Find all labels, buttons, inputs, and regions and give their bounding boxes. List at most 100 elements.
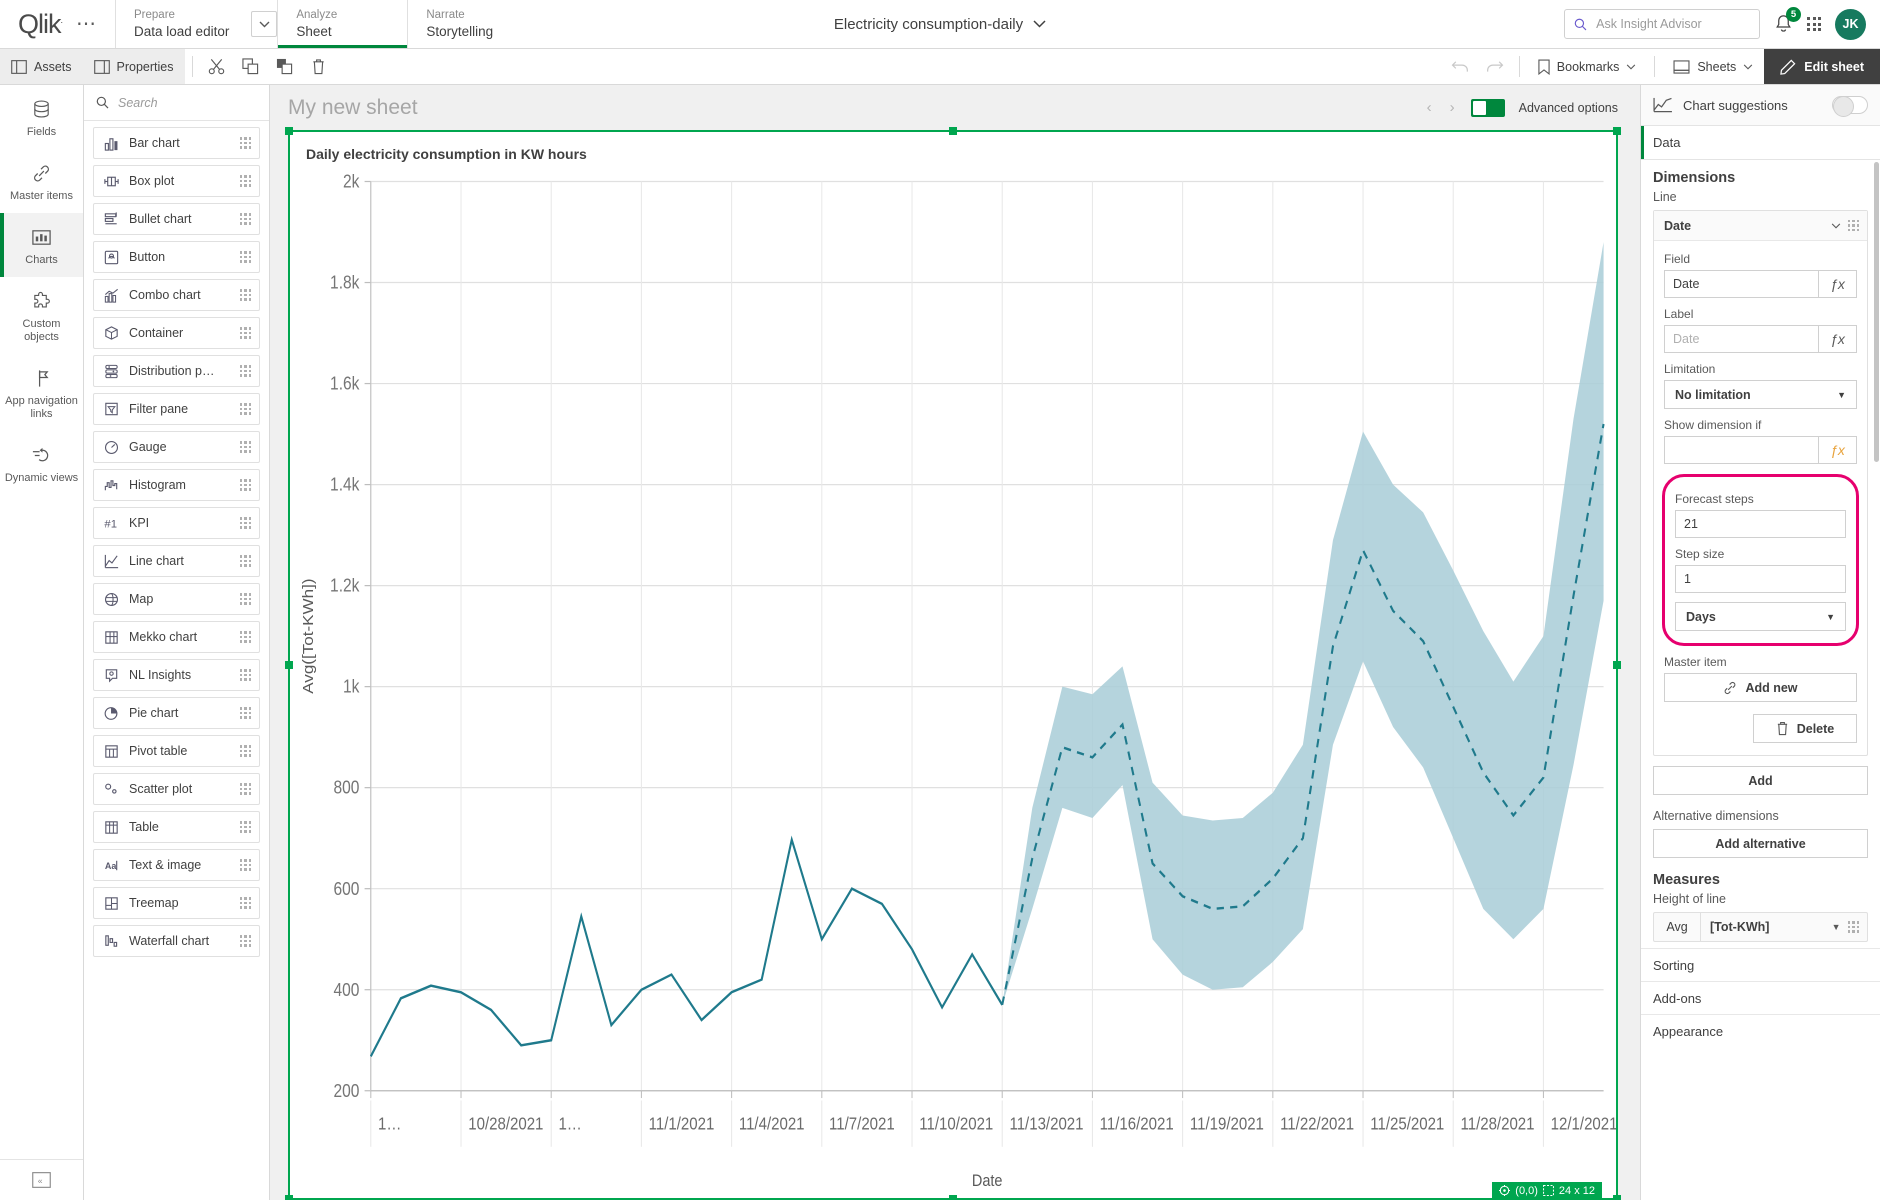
measure-card[interactable]: Avg [Tot-KWh] ▼ [1653, 912, 1868, 942]
chart-item-gauge[interactable]: Gauge [93, 431, 260, 463]
chart-item-drag-handle[interactable] [240, 137, 252, 149]
chart-item-drag-handle[interactable] [240, 327, 252, 339]
label-expression-button[interactable]: ƒx [1819, 325, 1857, 353]
field-input[interactable] [1664, 270, 1819, 298]
app-title-text[interactable]: Electricity consumption-daily [834, 16, 1023, 33]
chart-search-input[interactable] [118, 96, 259, 110]
advanced-options-toggle[interactable] [1471, 99, 1505, 117]
chart-suggestions-toggle[interactable] [1832, 96, 1868, 114]
chart-item-bar-chart[interactable]: Bar chart [93, 127, 260, 159]
nav-narrate[interactable]: Narrate Storytelling [407, 0, 537, 48]
delete-dimension-button[interactable]: Delete [1753, 714, 1857, 743]
resize-handle-middle-left[interactable] [285, 661, 293, 669]
resize-handle-bottom-right[interactable] [1613, 1195, 1621, 1200]
sheets-button[interactable]: Sheets [1662, 49, 1764, 84]
add-dimension-button[interactable]: Add [1653, 766, 1868, 795]
chart-item-mekko-chart[interactable]: Mekko chart [93, 621, 260, 653]
cut-button[interactable] [200, 49, 234, 84]
chart-item-drag-handle[interactable] [240, 935, 252, 947]
next-sheet-button[interactable]: › [1448, 99, 1457, 116]
sidebar-item-fields[interactable]: Fields [0, 85, 83, 149]
step-unit-select[interactable]: Days ▼ [1675, 602, 1846, 631]
label-input[interactable] [1664, 325, 1819, 353]
resize-handle-bottom-center[interactable] [949, 1195, 957, 1200]
show-dimension-if-input[interactable] [1664, 436, 1819, 464]
chart-item-filter-pane[interactable]: Filter pane [93, 393, 260, 425]
delete-button[interactable] [302, 49, 336, 84]
chart-item-drag-handle[interactable] [240, 631, 252, 643]
forecast-steps-input[interactable] [1675, 510, 1846, 538]
chevron-down-icon[interactable] [1033, 20, 1046, 28]
sidebar-item-dynamic-views[interactable]: Dynamic views [0, 431, 83, 495]
resize-handle-top-left[interactable] [285, 127, 293, 135]
chart-item-drag-handle[interactable] [240, 555, 252, 567]
search-input[interactable] [1596, 17, 1750, 31]
chart-item-table[interactable]: Table [93, 811, 260, 843]
sidebar-item-master-items[interactable]: Master items [0, 149, 83, 213]
measure-drag-handle[interactable] [1848, 921, 1860, 933]
resize-handle-middle-right[interactable] [1613, 661, 1621, 669]
tab-data[interactable]: Data [1641, 126, 1880, 160]
chart-item-drag-handle[interactable] [240, 517, 252, 529]
add-new-master-item-button[interactable]: Add new [1664, 673, 1857, 702]
chevron-down-icon[interactable]: ▼ [1832, 922, 1848, 932]
chart-item-drag-handle[interactable] [240, 745, 252, 757]
chart-item-drag-handle[interactable] [240, 251, 252, 263]
chart-item-bullet-chart[interactable]: Bullet chart [93, 203, 260, 235]
bookmarks-button[interactable]: Bookmarks [1527, 49, 1648, 84]
paste-button[interactable] [268, 49, 302, 84]
chart-item-histogram[interactable]: Histogram [93, 469, 260, 501]
chart-item-drag-handle[interactable] [240, 859, 252, 871]
sidebar-item-charts[interactable]: Charts [0, 213, 83, 277]
qlik-logo[interactable]: Qlik. [18, 11, 62, 38]
chart-item-pie-chart[interactable]: Pie chart [93, 697, 260, 729]
notifications-button[interactable]: 5 [1774, 14, 1793, 34]
resize-handle-top-center[interactable] [949, 127, 957, 135]
section-addons[interactable]: Add-ons [1641, 981, 1880, 1014]
chart-item-box-plot[interactable]: Box plot [93, 165, 260, 197]
properties-scrollbar[interactable] [1874, 162, 1879, 462]
resize-handle-top-right[interactable] [1613, 127, 1621, 135]
avatar[interactable]: JK [1835, 9, 1866, 40]
chart-item-button[interactable]: Button [93, 241, 260, 273]
chart-item-treemap[interactable]: Treemap [93, 887, 260, 919]
copy-button[interactable] [234, 49, 268, 84]
chart-item-drag-handle[interactable] [240, 593, 252, 605]
chart-item-line-chart[interactable]: Line chart [93, 545, 260, 577]
insight-advisor-search[interactable] [1564, 9, 1760, 39]
chart-item-drag-handle[interactable] [240, 821, 252, 833]
nav-prepare[interactable]: Prepare Data load editor [115, 0, 247, 48]
chart-item-scatter-plot[interactable]: Scatter plot [93, 773, 260, 805]
chart-item-drag-handle[interactable] [240, 707, 252, 719]
chart-canvas[interactable]: 2004006008001k1.2k1.4k1.6k1.8k2k1…10/28/… [290, 162, 1616, 1198]
step-size-input[interactable] [1675, 565, 1846, 593]
sidebar-item-custom-objects[interactable]: Custom objects [0, 277, 83, 354]
undo-button[interactable] [1444, 49, 1478, 84]
assets-button[interactable]: Assets [0, 49, 83, 84]
more-menu-icon[interactable]: ⋯ [72, 14, 101, 34]
chart-item-pivot-table[interactable]: Pivot table [93, 735, 260, 767]
chart-item-drag-handle[interactable] [240, 783, 252, 795]
properties-button[interactable]: Properties [83, 49, 185, 84]
chart-item-drag-handle[interactable] [240, 897, 252, 909]
chart-item-map[interactable]: Map [93, 583, 260, 615]
chart-item-drag-handle[interactable] [240, 213, 252, 225]
edit-sheet-button[interactable]: Edit sheet [1764, 49, 1880, 84]
app-grid-icon[interactable] [1807, 17, 1821, 31]
chart-item-text-image[interactable]: AaText & image [93, 849, 260, 881]
add-alternative-button[interactable]: Add alternative [1653, 829, 1868, 858]
chevron-down-icon[interactable] [1831, 223, 1841, 229]
chart-item-drag-handle[interactable] [240, 403, 252, 415]
field-expression-button[interactable]: ƒx [1819, 270, 1857, 298]
section-appearance[interactable]: Appearance [1641, 1014, 1880, 1047]
chart-item-combo-chart[interactable]: Combo chart [93, 279, 260, 311]
chart-item-kpi[interactable]: #1KPI [93, 507, 260, 539]
chart-item-distribution-p[interactable]: Distribution p… [93, 355, 260, 387]
chart-object[interactable]: Daily electricity consumption in KW hour… [288, 130, 1618, 1200]
chart-item-drag-handle[interactable] [240, 441, 252, 453]
chart-item-drag-handle[interactable] [240, 669, 252, 681]
resize-handle-bottom-left[interactable] [285, 1195, 293, 1200]
chart-item-drag-handle[interactable] [240, 365, 252, 377]
chart-item-nl-insights[interactable]: NL Insights [93, 659, 260, 691]
nav-dropdown-caret[interactable] [251, 11, 277, 37]
